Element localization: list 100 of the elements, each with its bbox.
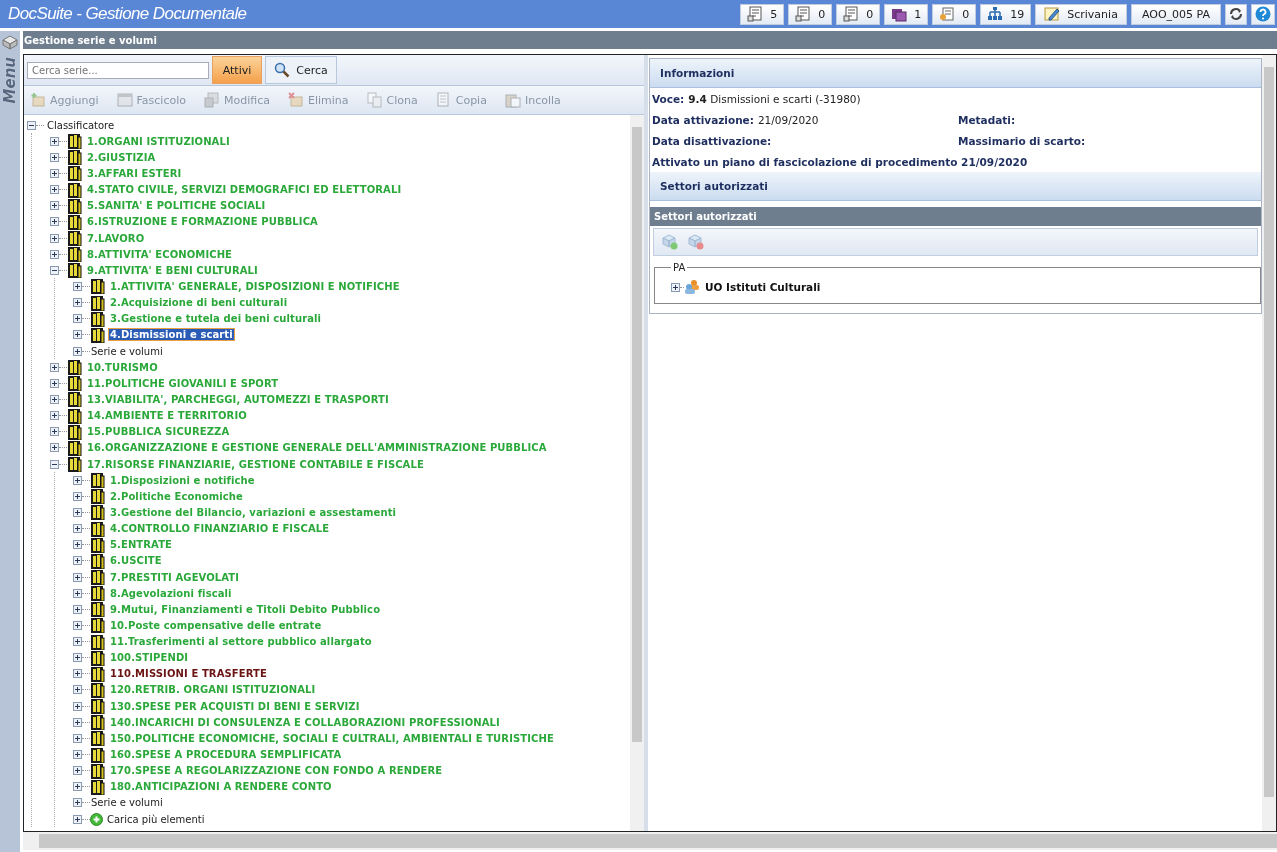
tree-item[interactable]: 10.TURISMO: [86, 361, 159, 373]
expand-icon[interactable]: [73, 814, 82, 824]
expand-icon[interactable]: [73, 637, 82, 647]
expand-icon[interactable]: [73, 653, 82, 663]
expand-icon[interactable]: [73, 750, 82, 760]
counter-button[interactable]: 19: [980, 3, 1032, 25]
expand-icon[interactable]: [73, 782, 82, 792]
tree-item[interactable]: 14.AMBIENTE E TERRITORIO: [86, 410, 248, 422]
tree-item[interactable]: 6.ISTRUZIONE E FORMAZIONE PUBBLICA: [86, 216, 319, 228]
counter-button[interactable]: 5: [740, 3, 785, 25]
refresh-button[interactable]: [1225, 3, 1247, 25]
tree-item[interactable]: 120.RETRIB. ORGANI ISTITUZIONALI: [109, 684, 317, 696]
expand-icon[interactable]: [73, 330, 82, 340]
expand-icon[interactable]: [50, 201, 59, 211]
scrollbar[interactable]: [630, 115, 644, 831]
expand-icon[interactable]: [73, 314, 82, 324]
load-more-link[interactable]: Carica più elementi: [106, 813, 206, 825]
expand-icon[interactable]: [50, 136, 59, 146]
counter-button[interactable]: 0: [932, 3, 977, 25]
expand-icon[interactable]: [73, 298, 82, 308]
expand-icon[interactable]: [73, 701, 82, 711]
expand-icon[interactable]: [50, 394, 59, 404]
expand-icon[interactable]: [50, 249, 59, 259]
search-field[interactable]: Cerca serie...: [27, 61, 209, 79]
expand-icon[interactable]: [73, 669, 82, 679]
collapse-icon[interactable]: [50, 459, 59, 469]
tree-item[interactable]: 130.SPESE PER ACQUISTI DI BENI E SERVIZI: [109, 700, 361, 712]
tree-item[interactable]: 150.POLITICHE ECONOMICHE, SOCIALI E CULTRALI, AMBIENTALI E TURISTICHE: [109, 732, 555, 744]
tree-item[interactable]: 4.STATO CIVILE, SERVIZI DEMOGRAFICI ED ELETTORALI: [86, 184, 403, 196]
expand-icon[interactable]: [73, 798, 82, 808]
expand-icon[interactable]: [73, 507, 82, 517]
expand-icon[interactable]: [50, 411, 59, 421]
expand-icon[interactable]: [50, 443, 59, 453]
tree-item[interactable]: Serie e volumi: [90, 345, 164, 357]
tree-item[interactable]: 110.MISSIONI E TRASFERTE: [109, 668, 268, 680]
tree-item[interactable]: 5.SANITA' E POLITICHE SOCIALI: [86, 200, 267, 212]
collapse-icon[interactable]: [50, 265, 59, 275]
expand-icon[interactable]: [50, 362, 59, 372]
expand-icon[interactable]: [73, 733, 82, 743]
tree-item[interactable]: 4.CONTROLLO FINANZIARIO E FISCALE: [109, 523, 331, 535]
tree-item[interactable]: 11.POLITICHE GIOVANILI E SPORT: [86, 377, 280, 389]
tree-item[interactable]: 140.INCARICHI DI CONSULENZA E COLLABORAZIONI PROFESSIONALI: [109, 716, 501, 728]
filter-toggle[interactable]: Attivi: [212, 56, 262, 84]
desk-button[interactable]: Scrivania: [1035, 3, 1127, 25]
expand-icon[interactable]: [73, 281, 82, 291]
expand-icon[interactable]: [50, 378, 59, 388]
tree-item[interactable]: 3.Gestione del Bilancio, variazioni e assestamenti: [109, 506, 398, 518]
expand-icon[interactable]: [73, 766, 82, 776]
expand-icon[interactable]: [50, 217, 59, 227]
tree-root-label[interactable]: Classificatore: [46, 119, 116, 131]
tree-item[interactable]: 5.ENTRATE: [109, 539, 173, 551]
tree-item[interactable]: 9.ATTIVITA' E BENI CULTURALI: [86, 264, 259, 276]
expand-icon[interactable]: [73, 540, 82, 550]
tree-item[interactable]: 13.VIABILITA', PARCHEGGI, AUTOMEZZI E TRASPORTI: [86, 393, 390, 405]
tree-item[interactable]: 17.RISORSE FINANZIARIE, GESTIONE CONTABILE E FISCALE: [86, 458, 425, 470]
expand-icon[interactable]: [50, 169, 59, 178]
tree-item[interactable]: 16.ORGANIZZAZIONE E GESTIONE GENERALE DELL'AMMINISTRAZIONE PUBBLICA: [86, 442, 548, 454]
expand-icon[interactable]: [73, 524, 82, 534]
expand-icon[interactable]: [73, 588, 82, 598]
tree-item[interactable]: Serie e volumi: [90, 797, 164, 809]
expand-icon[interactable]: [73, 717, 82, 727]
tree-item[interactable]: 8.ATTIVITA' ECONOMICHE: [86, 248, 234, 260]
help-button[interactable]: [1251, 3, 1275, 25]
tree-item[interactable]: 180.ANTICIPAZIONI A RENDERE CONTO: [109, 781, 333, 793]
office-button[interactable]: AOO_005 PA: [1130, 3, 1221, 25]
counter-button[interactable]: 0: [788, 3, 833, 25]
tree-item[interactable]: UO Istituti Culturali: [705, 281, 821, 293]
tree-item[interactable]: 10.Poste compensative delle entrate: [109, 619, 323, 631]
tree-item[interactable]: 160.SPESE A PROCEDURA SEMPLIFICATA: [109, 749, 343, 761]
counter-button[interactable]: 0: [836, 3, 881, 25]
scroll-thumb[interactable]: [1264, 67, 1274, 797]
expand-icon[interactable]: [73, 620, 82, 630]
tree-item[interactable]: 7.PRESTITI AGEVOLATI: [109, 571, 241, 583]
expand-icon[interactable]: [73, 475, 82, 485]
tree-item[interactable]: 2.Politiche Economiche: [109, 490, 244, 502]
scrollbar[interactable]: [1262, 55, 1276, 831]
tree-item[interactable]: 9.Mutui, Finanziamenti e Titoli Debito Pubblico: [109, 603, 382, 615]
scroll-thumb[interactable]: [39, 834, 1277, 848]
tree-item[interactable]: 3.AFFARI ESTERI: [86, 168, 183, 179]
tree-item[interactable]: 3.Gestione e tutela dei beni culturali: [109, 313, 323, 325]
collapse-icon[interactable]: [27, 120, 36, 130]
tree-item[interactable]: 6.USCITE: [109, 555, 163, 567]
tree-item[interactable]: 1.ATTIVITA' GENERALE, DISPOSIZIONI E NOTIFICHE: [109, 280, 401, 292]
expand-icon[interactable]: [73, 604, 82, 614]
tree-item[interactable]: 2.Acquisizione di beni culturali: [109, 297, 289, 309]
scroll-thumb[interactable]: [632, 127, 642, 742]
tree-item[interactable]: 170.SPESE A REGOLARIZZAZIONE CON FONDO A RENDERE: [109, 765, 444, 777]
tree-item[interactable]: 11.Trasferimenti al settore pubblico allargato: [109, 636, 373, 648]
menu-toggle[interactable]: Menu: [1, 57, 19, 104]
expand-icon[interactable]: [50, 427, 59, 437]
tree-item[interactable]: 15.PUBBLICA SICUREZZA: [86, 426, 231, 438]
tree-item[interactable]: 1.Disposizioni e notifiche: [109, 474, 256, 486]
expand-icon[interactable]: [73, 491, 82, 501]
expand-icon[interactable]: [73, 572, 82, 582]
expand-icon[interactable]: [50, 233, 59, 243]
tree-item[interactable]: 2.GIUSTIZIA: [86, 151, 157, 163]
scrollbar[interactable]: [23, 832, 1277, 850]
expand-icon[interactable]: [73, 685, 82, 695]
tree-item[interactable]: 100.STIPENDI: [109, 652, 190, 664]
tree-item[interactable]: 7.LAVORO: [86, 232, 146, 244]
